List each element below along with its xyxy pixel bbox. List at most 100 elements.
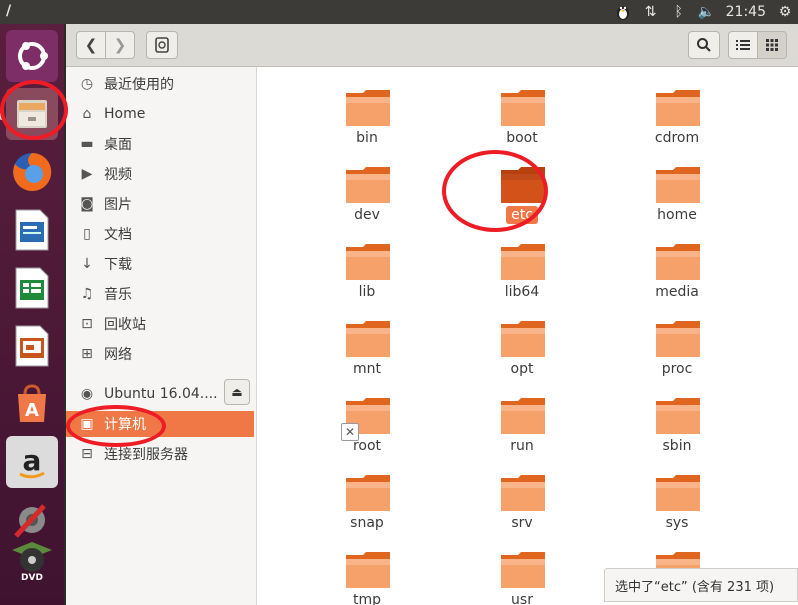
folder-item[interactable]: sbin bbox=[627, 385, 727, 455]
folder-label: home bbox=[657, 207, 697, 223]
power-gear-icon[interactable]: ⚙ bbox=[776, 3, 794, 21]
folder-label: snap bbox=[350, 515, 384, 531]
sidebar-item-label: Home bbox=[104, 106, 146, 122]
folder-icon bbox=[346, 90, 390, 126]
document-icon: ▯ bbox=[83, 226, 91, 242]
folder-icon bbox=[501, 90, 545, 126]
writer-icon[interactable] bbox=[6, 204, 58, 256]
amazon-icon[interactable]: a bbox=[6, 436, 58, 488]
back-button[interactable]: ❮ bbox=[76, 31, 106, 59]
folder-item[interactable]: opt bbox=[472, 308, 572, 378]
ubuntu-dash-icon[interactable] bbox=[6, 30, 58, 82]
folder-item[interactable]: snap bbox=[317, 462, 417, 532]
sidebar-item-home[interactable]: ⌂ Home bbox=[66, 101, 254, 127]
folder-item[interactable]: etc bbox=[472, 154, 572, 224]
sidebar-item-desktop[interactable]: ▬ 桌面 bbox=[66, 131, 254, 157]
sidebar-item-label: 视频 bbox=[104, 167, 132, 183]
server-icon: ⊟ bbox=[81, 446, 93, 462]
tux-icon[interactable] bbox=[614, 3, 632, 21]
folder-icon bbox=[346, 321, 390, 357]
sidebar-item-videos[interactable]: ▶ 视频 bbox=[66, 161, 254, 187]
folder-icon: ▬ bbox=[80, 136, 94, 152]
sidebar-item-computer[interactable]: ▣ 计算机 bbox=[66, 411, 254, 437]
folder-label: proc bbox=[661, 361, 693, 377]
folder-icon bbox=[656, 90, 700, 126]
folder-label: usr bbox=[511, 592, 533, 605]
eject-button[interactable]: ⏏ bbox=[224, 379, 250, 405]
sidebar-item-trash[interactable]: ⊡ 回收站 bbox=[66, 311, 254, 337]
impress-icon[interactable] bbox=[6, 320, 58, 372]
folder-item[interactable]: home bbox=[627, 154, 727, 224]
sidebar-item-label: 下载 bbox=[104, 257, 132, 273]
calc-icon[interactable] bbox=[6, 262, 58, 314]
folder-label: dev bbox=[354, 207, 380, 223]
camera-icon: ◙ bbox=[80, 196, 94, 212]
folder-item[interactable]: bin bbox=[317, 77, 417, 147]
disc-icon: ◉ bbox=[80, 386, 94, 402]
folder-item[interactable]: sys bbox=[627, 462, 727, 532]
folder-icon bbox=[501, 398, 545, 434]
folder-label: mnt bbox=[353, 361, 381, 377]
folder-icon bbox=[656, 321, 700, 357]
folder-icon bbox=[501, 552, 545, 588]
files-icon[interactable] bbox=[6, 88, 58, 140]
software-center-icon[interactable]: A bbox=[6, 378, 58, 430]
sidebar-item-label: 回收站 bbox=[104, 317, 146, 333]
folder-item[interactable]: mnt bbox=[317, 308, 417, 378]
dvd-icon[interactable]: DVD bbox=[6, 534, 58, 586]
location-computer-button[interactable] bbox=[146, 31, 178, 59]
folder-item[interactable]: lib bbox=[317, 231, 417, 301]
sidebar-item-label: 连接到服务器 bbox=[104, 447, 188, 463]
folder-icon bbox=[656, 398, 700, 434]
folder-item[interactable]: cdrom bbox=[627, 77, 727, 147]
folder-icon bbox=[501, 321, 545, 357]
sidebar-item-network[interactable]: ⊞ 网络 bbox=[66, 341, 254, 367]
folder-item[interactable]: boot bbox=[472, 77, 572, 147]
firefox-icon[interactable] bbox=[6, 146, 58, 198]
sidebar-item-label: 网络 bbox=[104, 347, 132, 363]
file-manager-window: ❮ ❯ ◷ 最近使用的 ⌂ Home ▬ 桌面 ▶ 视频 ◙ 图片 ▯ 文档 ↓ 下载 ♫ 音乐… bbox=[66, 24, 798, 605]
list-icon bbox=[736, 40, 750, 50]
folder-label: root bbox=[352, 438, 382, 454]
sidebar-item-connect-server[interactable]: ⊟ 连接到服务器 bbox=[66, 441, 254, 467]
list-view-button[interactable] bbox=[728, 31, 758, 59]
clock-icon: ◷ bbox=[80, 76, 94, 92]
folder-item[interactable]: lib64 bbox=[472, 231, 572, 301]
video-icon: ▶ bbox=[81, 166, 93, 182]
sidebar-item-downloads[interactable]: ↓ 下载 bbox=[66, 251, 254, 277]
volume-icon[interactable]: 🔈 bbox=[698, 3, 716, 21]
folder-icon bbox=[346, 475, 390, 511]
folder-item[interactable]: tmp bbox=[317, 539, 417, 605]
folder-item[interactable]: run bbox=[472, 385, 572, 455]
clock-text[interactable]: 21:45 bbox=[726, 4, 766, 20]
computer-icon: ▣ bbox=[80, 416, 94, 432]
sidebar-item-label: 音乐 bbox=[104, 287, 132, 303]
places-sidebar: ◷ 最近使用的 ⌂ Home ▬ 桌面 ▶ 视频 ◙ 图片 ▯ 文档 ↓ 下载 ♫ 音乐 ⊡ 回收… bbox=[66, 67, 257, 605]
sidebar-item-label: 文档 bbox=[104, 227, 132, 243]
folder-icon bbox=[346, 167, 390, 203]
bluetooth-icon[interactable]: ᛒ bbox=[670, 3, 688, 21]
folder-item[interactable]: usr bbox=[472, 539, 572, 605]
folder-icon bbox=[501, 167, 545, 203]
toolbar: ❮ ❯ bbox=[66, 24, 798, 67]
sidebar-item-recent[interactable]: ◷ 最近使用的 bbox=[66, 71, 254, 97]
locked-emblem-icon: ✕ bbox=[341, 423, 359, 441]
folder-item[interactable]: media bbox=[627, 231, 727, 301]
folder-item[interactable]: proc bbox=[627, 308, 727, 378]
folder-item[interactable]: srv bbox=[472, 462, 572, 532]
folder-item[interactable]: root ✕ bbox=[317, 385, 417, 455]
status-bar: 选中了“etc” (含有 231 项) bbox=[604, 568, 798, 602]
folder-item[interactable]: dev bbox=[317, 154, 417, 224]
svg-text:a: a bbox=[23, 444, 42, 477]
svg-text:A: A bbox=[25, 400, 39, 421]
forward-button[interactable]: ❯ bbox=[105, 31, 135, 59]
sidebar-item-documents[interactable]: ▯ 文档 bbox=[66, 221, 254, 247]
sidebar-item-ubuntu-disc[interactable]: ◉ Ubuntu 16.04.... bbox=[66, 381, 218, 407]
grid-view-button[interactable] bbox=[757, 31, 787, 59]
sidebar-item-label: 计算机 bbox=[104, 417, 146, 433]
folder-label: bin bbox=[356, 130, 378, 146]
sidebar-item-pictures[interactable]: ◙ 图片 bbox=[66, 191, 254, 217]
network-arrows-icon[interactable]: ⇅ bbox=[642, 3, 660, 21]
search-button[interactable] bbox=[688, 31, 720, 59]
sidebar-item-music[interactable]: ♫ 音乐 bbox=[66, 281, 254, 307]
